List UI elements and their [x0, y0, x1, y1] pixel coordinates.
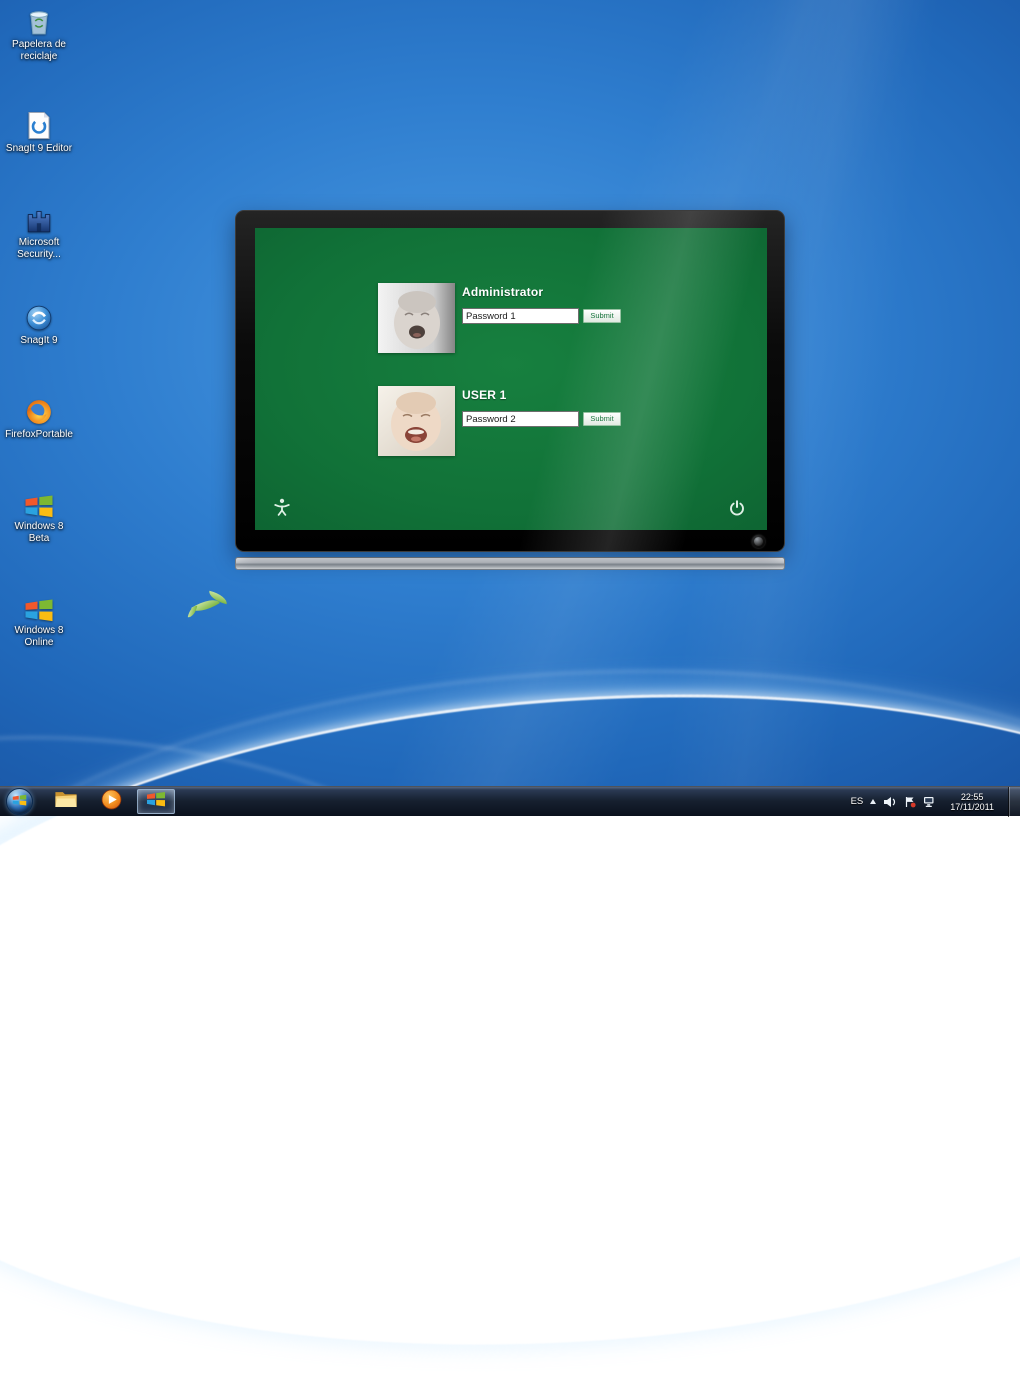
monitor-bezel: Administrator Submit — [235, 210, 785, 552]
folder-icon — [54, 790, 78, 813]
desktop-icon-snagit-editor[interactable]: SnagIt 9 Editor — [0, 108, 78, 155]
desktop-icon-label: SnagIt 9 Editor — [5, 143, 73, 154]
taskbar-explorer-button[interactable] — [47, 789, 85, 814]
action-center-flag-icon[interactable] — [904, 796, 916, 808]
desktop-icon-label: Papelera de reciclaje — [12, 39, 66, 62]
ease-of-access-button[interactable] — [273, 498, 291, 516]
submit-button-user1[interactable]: Submit — [583, 412, 621, 426]
snagit-icon — [25, 300, 53, 332]
taskbar: ES 22:55 17/11/2011 — [0, 786, 1020, 817]
desktop-icon-windows8-online[interactable]: Windows 8 Online — [0, 590, 78, 648]
username-label: Administrator — [462, 285, 544, 299]
wallpaper-sprout — [184, 590, 244, 630]
password-input-administrator[interactable] — [462, 308, 579, 324]
desktop-icon-label: Windows 8 Beta — [14, 521, 64, 544]
leaf-icon — [187, 604, 198, 619]
login-screen: Administrator Submit — [255, 228, 767, 530]
user-tile-administrator[interactable]: Administrator Submit — [378, 283, 621, 353]
desktop-icon-windows8-beta[interactable]: Windows 8 Beta — [0, 486, 78, 544]
desktop-icon-firefox-portable[interactable]: FirefoxPortable — [0, 394, 78, 441]
monitor-power-led — [752, 535, 765, 548]
microsoft-security-icon — [25, 202, 53, 234]
media-player-icon — [101, 789, 122, 815]
windows-flag-icon — [24, 486, 54, 518]
password-input-user1[interactable] — [462, 411, 579, 427]
clock-time: 22:55 — [960, 791, 984, 802]
desktop-icon-microsoft-security[interactable]: Microsoft Security... — [0, 202, 78, 260]
clock-date: 17/11/2011 — [950, 801, 994, 812]
firefox-icon — [25, 394, 53, 426]
network-icon[interactable] — [923, 796, 938, 808]
windows-flag-icon — [24, 590, 54, 622]
taskbar-windows8-app-button[interactable] — [137, 789, 175, 814]
desktop-icon-snagit[interactable]: SnagIt 9 — [0, 300, 78, 347]
submit-button-administrator[interactable]: Submit — [583, 309, 621, 323]
hidden-icons-chevron[interactable] — [870, 799, 877, 804]
user1-photo[interactable] — [378, 386, 455, 456]
administrator-photo[interactable] — [378, 283, 455, 353]
monitor: Administrator Submit — [235, 210, 785, 570]
taskbar-buttons — [47, 789, 175, 814]
snagit-editor-icon — [27, 108, 51, 140]
desktop-icon-label: Windows 8 Online — [14, 625, 64, 648]
desktop-icon-recycle-bin[interactable]: Papelera de reciclaje — [0, 4, 78, 62]
taskbar-clock[interactable]: 22:55 17/11/2011 — [945, 792, 999, 812]
volume-icon[interactable] — [883, 796, 897, 808]
desktop-icon-label: SnagIt 9 — [20, 335, 58, 346]
show-desktop-button[interactable] — [1008, 786, 1020, 817]
start-button[interactable] — [6, 788, 33, 815]
language-indicator[interactable]: ES — [851, 796, 864, 807]
desktop-wallpaper: Papelera de reciclaje SnagIt 9 Editor Mi… — [0, 0, 1020, 1393]
taskbar-media-player-button[interactable] — [92, 789, 130, 814]
windows-flag-icon — [146, 791, 166, 812]
windows-flag-icon — [12, 793, 27, 811]
monitor-stand — [235, 557, 785, 570]
power-button[interactable] — [729, 500, 745, 516]
user-tile-user1[interactable]: USER 1 Submit — [378, 386, 621, 456]
username-label: USER 1 — [462, 388, 507, 402]
desktop-icon-label: Microsoft Security... — [17, 237, 61, 260]
desktop-icon-label: FirefoxPortable — [5, 429, 73, 440]
recycle-bin-icon — [26, 4, 52, 36]
system-tray: ES 22:55 17/11/2011 — [845, 786, 1020, 817]
